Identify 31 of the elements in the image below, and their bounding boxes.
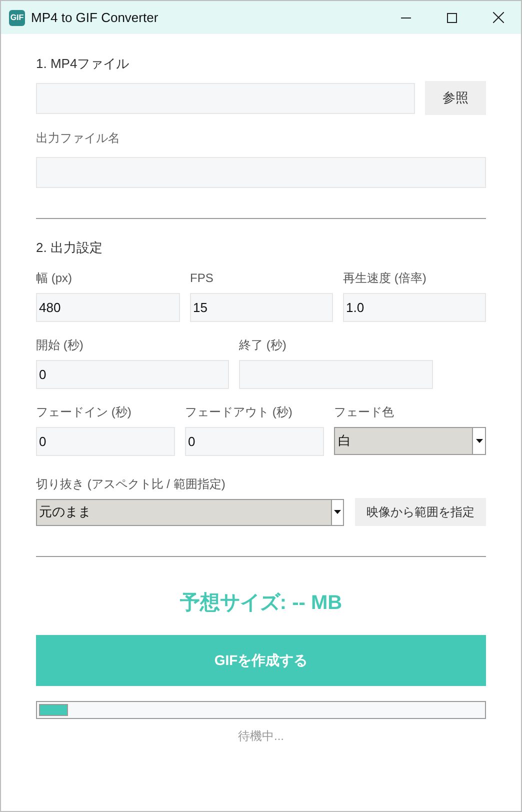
section-title: 2. 出力設定 <box>36 239 104 257</box>
section-title: 1. MP4ファイル <box>36 55 130 73</box>
field-label: 終了 (秒) <box>239 337 288 354</box>
file-path-field[interactable] <box>36 82 415 114</box>
field-label: FPS <box>190 270 214 287</box>
field-label: フェードイン (秒) <box>36 404 132 421</box>
app-icon: GIF <box>9 10 25 26</box>
field-label: 出力ファイル名 <box>36 130 121 147</box>
input-field[interactable]: 0 <box>36 427 175 456</box>
field-label: フェードアウト (秒) <box>185 404 294 421</box>
input-field[interactable]: 1.0 <box>343 293 486 322</box>
input-field[interactable]: 15 <box>190 293 333 322</box>
field-label: 再生速度 (倍率) <box>343 270 428 287</box>
input-field[interactable] <box>239 360 433 389</box>
select-region-button[interactable]: 映像から範囲を指定 <box>355 498 486 526</box>
dropdown[interactable]: 白 <box>334 427 486 455</box>
browse-button[interactable]: 参照 <box>425 81 486 115</box>
output-name-field[interactable] <box>36 157 486 188</box>
status-text: 待機中... <box>236 728 285 745</box>
estimated-size: 予想サイズ: -- MB <box>178 591 344 615</box>
caret-icon <box>334 510 341 514</box>
field-label: 幅 (px) <box>36 270 73 287</box>
input-field[interactable]: 0 <box>185 427 324 456</box>
field-label: フェード色 <box>334 404 395 421</box>
field-label: 開始 (秒) <box>36 337 84 354</box>
input-field[interactable]: 0 <box>36 360 229 389</box>
window-title: MP4 to GIF Converter <box>31 8 158 27</box>
field-label: 切り抜き (アスペクト比 / 範囲指定) <box>36 476 226 493</box>
input-field[interactable]: 480 <box>36 293 180 322</box>
crop-dropdown[interactable]: 元のまま <box>36 498 344 526</box>
caret-icon <box>476 439 482 443</box>
